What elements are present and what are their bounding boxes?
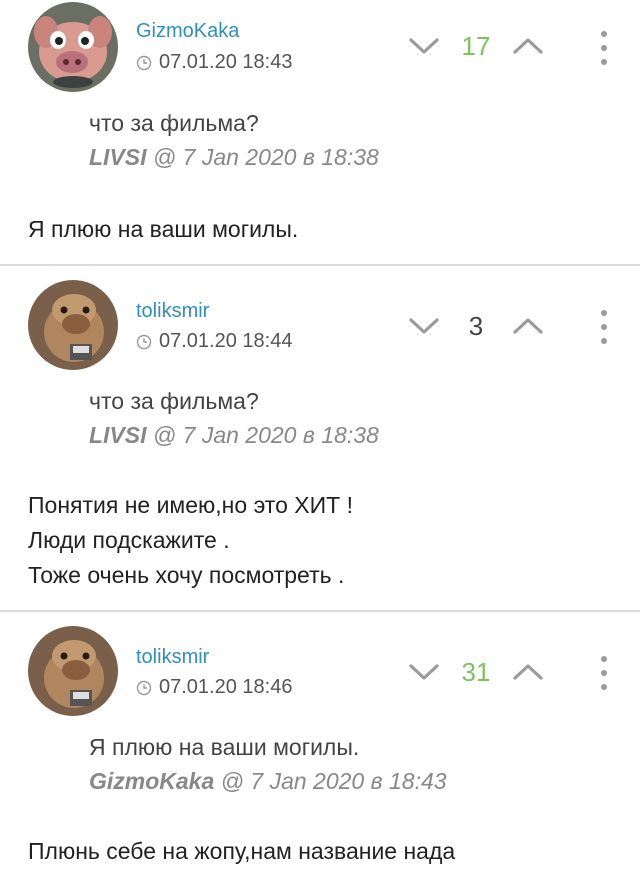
quote-meta: @ 7 Jan 2020 в 18:38 [146,422,379,448]
clock-icon [136,55,152,70]
dot [601,656,607,662]
comment-body: Я плюю на ваши могилы. [28,212,298,247]
pig-avatar-image [28,2,118,92]
quote-meta: @ 7 Jan 2020 в 18:38 [146,144,379,170]
quote-author: LIVSI [89,422,147,448]
comment: GizmoKaka 07.01.20 18:43 17 что за фильм… [0,0,640,264]
dot [601,670,607,676]
score: 3 [468,310,484,341]
dot [601,684,607,690]
dot [601,59,607,65]
comment-body: Плюнь себе на жопу,нам название нада [28,834,455,869]
avatar[interactable] [28,626,118,716]
quote-text: что за фильма? [89,110,259,136]
quote-author: LIVSI [89,144,147,170]
downvote-icon[interactable] [406,315,442,337]
dot [601,310,607,316]
quote-source[interactable]: GizmoKaka @ 7 Jan 2020 в 18:43 [89,768,447,795]
comment-line: Тоже очень хочу посмотреть . [28,562,345,588]
alf-avatar-image [28,626,118,716]
quote-text: Я плюю на ваши могилы. [89,734,360,760]
comment-time: 07.01.20 18:44 [136,330,292,353]
score: 31 [461,656,491,687]
score: 17 [461,30,491,61]
comment-time: 07.01.20 18:43 [136,51,292,74]
clock-icon [136,680,152,695]
avatar[interactable] [28,280,118,370]
time-text: 07.01.20 18:46 [159,676,293,698]
comment-time: 07.01.20 18:46 [136,676,292,699]
vote-block: 31 [406,652,566,692]
avatar[interactable] [28,2,118,92]
clock-icon [136,334,152,349]
quote-author: GizmoKaka [89,768,215,794]
comment-line: Люди подскажите . [28,527,230,553]
dot [601,31,607,37]
downvote-icon[interactable] [406,661,442,683]
comment-line: Понятия не имею,но это ХИТ ! [28,492,353,518]
upvote-icon[interactable] [510,35,546,57]
time-text: 07.01.20 18:44 [159,330,293,352]
downvote-icon[interactable] [406,35,442,57]
quote-meta: @ 7 Jan 2020 в 18:43 [214,768,447,794]
username[interactable]: toliksmir [136,646,209,669]
vote-block: 17 [406,26,566,66]
vote-block: 3 [406,306,566,346]
comment-line: Плюнь себе на жопу,нам название нада [28,838,456,864]
username[interactable]: toliksmir [136,300,209,323]
comment-line: Я плюю на ваши могилы. [28,216,299,242]
quote-text: что за фильма? [89,388,259,414]
comment: toliksmir 07.01.20 18:44 3 что за фильма… [0,264,640,610]
more-options-icon[interactable] [599,310,609,344]
comment-body: Понятия не имею,но это ХИТ ! Люди подска… [28,488,353,593]
username[interactable]: GizmoKaka [136,20,239,43]
dot [601,45,607,51]
more-options-icon[interactable] [599,31,609,65]
comment: toliksmir 07.01.20 18:46 31 Я плюю на ва… [0,610,640,882]
more-options-icon[interactable] [599,656,609,690]
alf-avatar-image [28,280,118,370]
dot [601,338,607,344]
dot [601,324,607,330]
quote-source[interactable]: LIVSI @ 7 Jan 2020 в 18:38 [89,422,379,449]
time-text: 07.01.20 18:43 [159,51,293,73]
upvote-icon[interactable] [510,315,546,337]
quote-source[interactable]: LIVSI @ 7 Jan 2020 в 18:38 [89,144,379,171]
upvote-icon[interactable] [510,661,546,683]
